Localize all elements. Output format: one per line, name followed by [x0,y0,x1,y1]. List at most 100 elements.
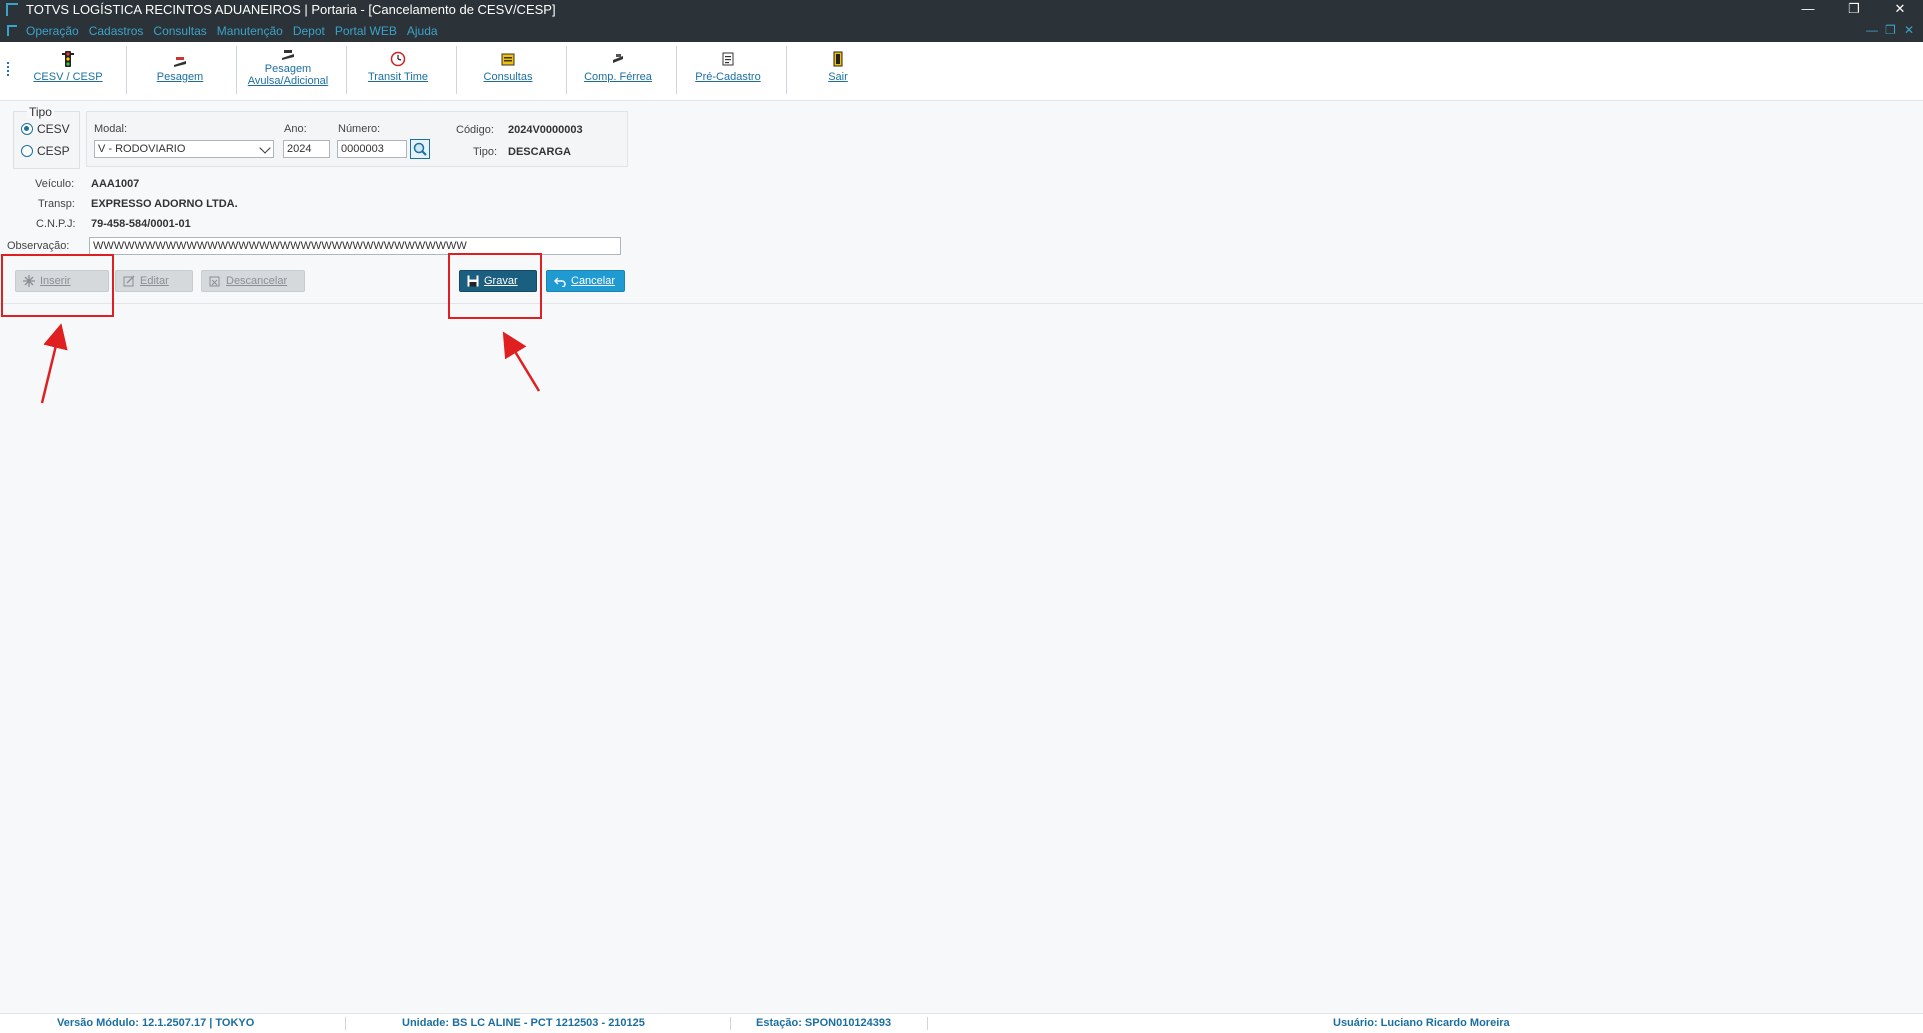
cancelar-label: Cancelar [571,275,616,287]
veiculo-label: Veículo: [35,178,75,190]
modal-select[interactable]: V - RODOVIARIO [94,140,274,158]
search-icon [413,142,427,156]
toolbar-separator [566,46,567,94]
toolbar-separator [676,46,677,94]
scale-icon [282,50,294,60]
toolbar-separator [456,46,457,94]
menu-consultas[interactable]: Consultas [153,24,206,38]
clock-icon [390,51,406,67]
menu-manutencao[interactable]: Manutenção [217,24,283,38]
app-menu-icon [7,25,17,36]
status-separator [345,1017,346,1030]
annotation-highlight-gravar [448,253,542,319]
consult-icon [501,53,515,66]
scale-icon [174,57,186,67]
search-button[interactable] [410,139,430,159]
menu-cadastros[interactable]: Cadastros [89,24,144,38]
toolbar-pesagem-avulsa-button[interactable]: Pesagem Avulsa/Adicional [238,46,338,96]
toolbar-pesagem-button[interactable]: Pesagem [130,46,230,96]
toolbar-transit-time-button[interactable]: Transit Time [348,46,448,96]
edit-icon [123,275,135,287]
menu-bar: Operação Cadastros Consultas Manutenção … [0,20,1923,42]
toolbar-separator [126,46,127,94]
toolbar-consultas-button[interactable]: Consultas [458,46,558,96]
codigo-label: Código: [456,124,494,136]
traffic-light-icon [62,51,74,67]
tipo-value: DESCARGA [508,146,571,158]
editar-button[interactable]: Editar [115,270,193,292]
status-estacao: Estação: SPON010124393 [756,1017,892,1029]
radio-unselected-icon [21,145,33,157]
transp-value: EXPRESSO ADORNO LTDA. [91,198,238,210]
ano-input[interactable]: 2024 [283,140,330,158]
veiculo-value: AAA1007 [91,178,140,190]
undo-cancel-icon [209,276,220,287]
toolbar-separator [346,46,347,94]
window-title: TOTVS LOGÍSTICA RECINTOS ADUANEIROS | Po… [26,2,556,17]
mdi-restore-button[interactable]: ❐ [1885,23,1896,37]
tipo-legend: Tipo [27,105,54,119]
cnpj-value: 79-458-584/0001-01 [91,218,191,230]
form-divider [0,303,1923,304]
mdi-minimize-button[interactable]: — [1866,23,1878,37]
numero-label: Número: [338,123,381,135]
menu-ajuda[interactable]: Ajuda [407,24,438,38]
menu-portal-web[interactable]: Portal WEB [335,24,397,38]
numero-input[interactable]: 0000003 [337,140,407,158]
toolbar-cesv-cesp-button[interactable]: CESV / CESP [18,46,118,96]
toolbar-grip-handle[interactable] [7,62,9,76]
cesv-info-panel: Modal: V - RODOVIARIO Ano: 2024 Número: … [86,111,628,167]
radio-selected-icon [21,123,33,135]
toolbar-separator [236,46,237,94]
toolbar-consultas-label: Consultas [483,71,533,83]
annotation-arrow-gravar [502,331,541,392]
modal-select-value: V - RODOVIARIO [98,143,186,155]
toolbar-sair-label: Sair [828,71,848,83]
toolbar-pesagem-avulsa-label-line1: Pesagem [264,63,312,75]
radio-cesv[interactable]: CESV [21,122,70,136]
transp-label: Transp: [38,198,75,210]
toolbar-pre-cadastro-button[interactable]: Pré-Cadastro [678,46,778,96]
toolbar-pesagem-label: Pesagem [156,71,204,83]
radio-cesp[interactable]: CESP [21,144,70,158]
cnpj-label: C.N.P.J: [36,218,76,230]
toolbar: CESV / CESP Pesagem Pesagem Avulsa/Adici… [0,42,1923,101]
minimize-button[interactable]: — [1786,0,1830,20]
status-versao: Versão Módulo: 12.1.2507.17 | TOKYO [57,1017,255,1029]
descancelar-label: Descancelar [226,275,288,287]
status-usuario: Usuário: Luciano Ricardo Moreira [1333,1017,1510,1029]
mdi-close-button[interactable]: ✕ [1904,23,1914,37]
document-icon [722,52,734,66]
cancelar-button[interactable]: Cancelar [546,270,625,292]
status-separator [927,1017,928,1030]
train-icon [613,54,623,63]
status-bar: Versão Módulo: 12.1.2507.17 | TOKYO Unid… [0,1013,1923,1033]
tipo-radio-group: Tipo CESV CESP [13,105,80,169]
app-logo-icon [6,3,18,16]
toolbar-pre-cadastro-label: Pré-Cadastro [695,71,761,83]
annotation-arrow-inserir [40,323,68,404]
toolbar-separator [786,46,787,94]
descancelar-button[interactable]: Descancelar [201,270,305,292]
menu-depot[interactable]: Depot [293,24,325,38]
codigo-value: 2024V0000003 [508,124,583,136]
radio-cesv-label: CESV [37,122,70,136]
menu-operacao[interactable]: Operação [26,24,79,38]
ano-label: Ano: [284,123,307,135]
restore-button[interactable]: ❐ [1832,0,1876,20]
close-button[interactable]: ✕ [1878,0,1922,20]
editar-label: Editar [140,275,169,287]
toolbar-comp-ferrea-button[interactable]: Comp. Férrea [568,46,668,96]
toolbar-cesv-cesp-label: CESV / CESP [33,71,103,83]
undo-icon [554,277,566,287]
toolbar-transit-time-label: Transit Time [367,71,429,83]
exit-door-icon [833,51,843,67]
tipo-label: Tipo: [473,146,498,158]
observacao-label: Observação: [7,240,70,252]
toolbar-sair-button[interactable]: Sair [788,46,888,96]
status-separator [730,1017,731,1030]
chevron-down-icon [259,142,271,154]
toolbar-pesagem-avulsa-label-line2: Avulsa/Adicional [247,75,329,87]
title-bar: TOTVS LOGÍSTICA RECINTOS ADUANEIROS | Po… [0,0,1923,20]
main-menu: Operação Cadastros Consultas Manutenção … [26,24,448,38]
